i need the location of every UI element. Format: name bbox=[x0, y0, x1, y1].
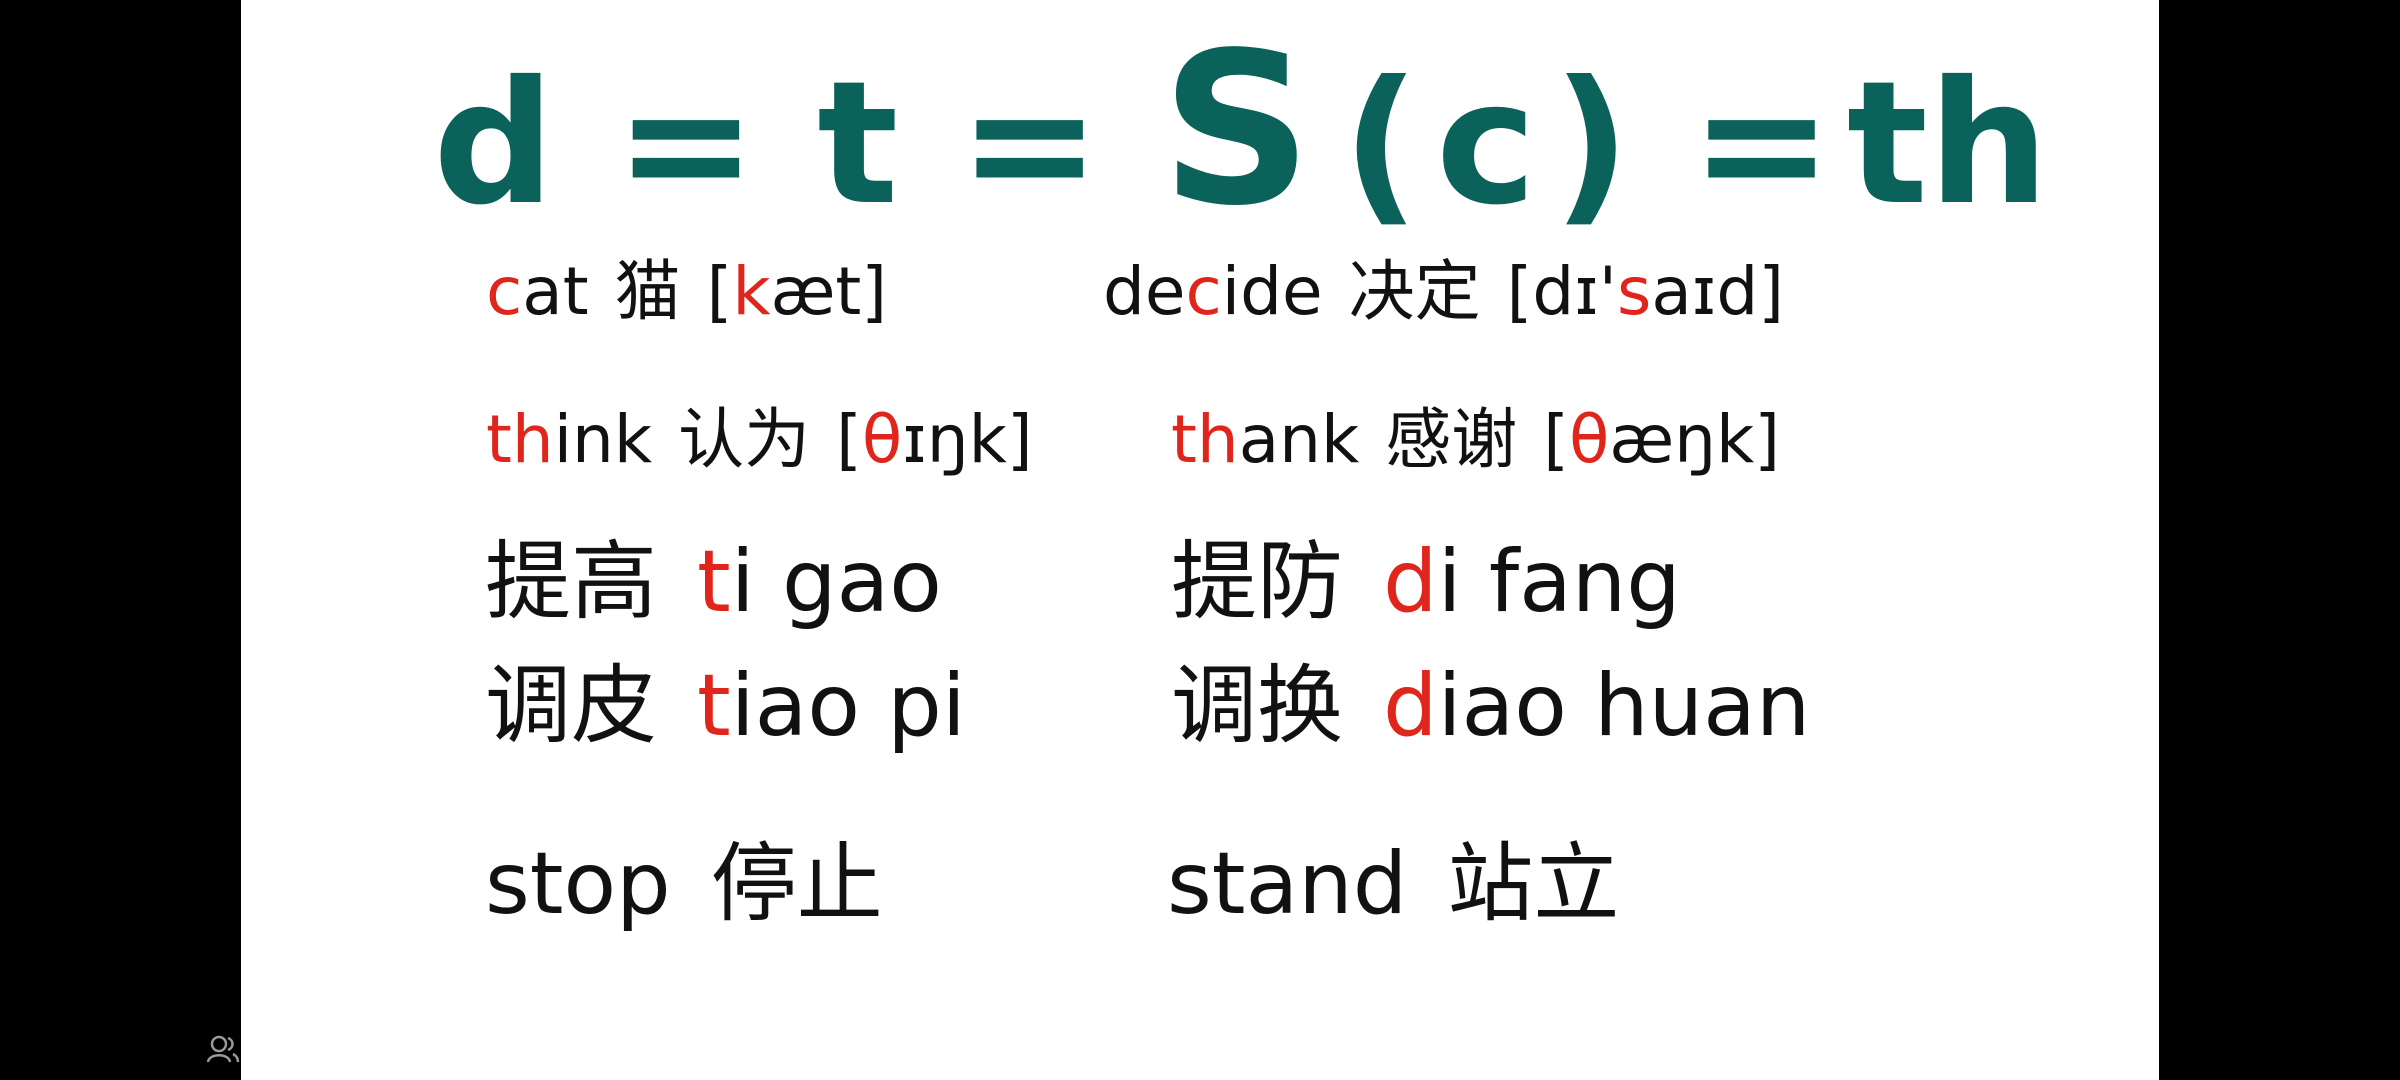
user-icon[interactable] bbox=[206, 1034, 240, 1064]
thank-ipa-open: [ bbox=[1543, 401, 1569, 478]
tiaopi-chinese: 调皮 bbox=[485, 656, 657, 756]
thank-word-rest: ank bbox=[1238, 401, 1360, 478]
example-tiaopi: 调皮 tiao pi bbox=[485, 656, 966, 756]
cat-ipa-open: [ bbox=[706, 253, 733, 330]
example-thank: thank 感谢 [θæŋk] bbox=[1171, 400, 1780, 480]
decide-ipa-pre: [dɪ' bbox=[1506, 253, 1617, 330]
example-cat: cat 猫 [kæt] bbox=[486, 252, 887, 332]
lesson-slide: d = t = S (c) =th cat 猫 [kæt] decide 决定 [dɪ'saɪd] … bbox=[241, 0, 2159, 1080]
decide-chinese: 决定 bbox=[1348, 253, 1481, 330]
thank-highlight: th bbox=[1171, 401, 1239, 478]
difang-pinyin-rest: i fang bbox=[1437, 532, 1681, 632]
tiaopi-pinyin-rest: iao pi bbox=[730, 656, 966, 756]
cat-word-rest: at bbox=[522, 253, 589, 330]
user-icon-glyph bbox=[206, 1035, 240, 1063]
diaohuan-pinyin-rest: iao huan bbox=[1437, 656, 1811, 756]
example-decide: decide 决定 [dɪ'saɪd] bbox=[1103, 252, 1784, 332]
diaohuan-highlight: d bbox=[1383, 656, 1438, 756]
video-screen: d = t = S (c) =th cat 猫 [kæt] decide 决定 [dɪ'saɪd] … bbox=[0, 0, 2400, 1080]
title-c: c bbox=[1435, 45, 1537, 243]
example-think: think 认为 [θɪŋk] bbox=[486, 400, 1033, 480]
cat-ipa-rest: æt] bbox=[770, 253, 888, 330]
think-word-rest: ink bbox=[553, 401, 653, 478]
example-stand: stand 站立 bbox=[1167, 834, 1619, 934]
decide-ipa-highlight: s bbox=[1616, 253, 1652, 330]
title-s: S bbox=[1160, 7, 1313, 252]
example-diaohuan: 调换 diao huan bbox=[1171, 656, 1810, 756]
cat-highlight: c bbox=[486, 253, 523, 330]
difang-highlight: d bbox=[1383, 532, 1438, 632]
think-ipa-highlight: θ bbox=[861, 401, 903, 478]
title-t: t bbox=[817, 45, 899, 243]
stand-chinese: 站立 bbox=[1447, 834, 1620, 934]
title-d: d bbox=[433, 45, 555, 243]
think-ipa-rest: ɪŋk] bbox=[902, 401, 1033, 478]
cat-chinese: 猫 bbox=[614, 253, 681, 330]
example-difang: 提防 di fang bbox=[1171, 532, 1681, 632]
decide-highlight: c bbox=[1185, 253, 1222, 330]
cat-ipa-highlight: k bbox=[732, 253, 771, 330]
tiaopi-highlight: t bbox=[697, 656, 731, 756]
example-tigao: 提高 ti gao bbox=[485, 532, 942, 632]
tigao-highlight: t bbox=[697, 532, 731, 632]
stop-chinese: 停止 bbox=[710, 834, 883, 934]
title-th: th bbox=[1846, 45, 2050, 243]
decide-word-pre: de bbox=[1103, 253, 1186, 330]
title-equals-3: = bbox=[1690, 45, 1833, 243]
formula-title: d = t = S (c) =th bbox=[433, 7, 2049, 252]
tigao-chinese: 提高 bbox=[485, 532, 657, 632]
difang-chinese: 提防 bbox=[1171, 532, 1343, 632]
thank-ipa-rest: æŋk] bbox=[1609, 401, 1780, 478]
thank-ipa-highlight: θ bbox=[1568, 401, 1610, 478]
decide-ipa-rest: aɪd] bbox=[1651, 253, 1784, 330]
think-highlight: th bbox=[486, 401, 554, 478]
title-equals-1: = bbox=[614, 45, 758, 243]
title-paren-close: ) bbox=[1552, 45, 1631, 243]
tigao-pinyin-rest: i gao bbox=[730, 532, 942, 632]
stand-word: stand bbox=[1167, 834, 1408, 934]
diaohuan-chinese: 调换 bbox=[1171, 656, 1343, 756]
title-equals-2: = bbox=[958, 45, 1101, 243]
thank-chinese: 感谢 bbox=[1385, 401, 1518, 478]
example-stop: stop 停止 bbox=[485, 834, 883, 934]
think-chinese: 认为 bbox=[678, 401, 811, 478]
think-ipa-open: [ bbox=[836, 401, 862, 478]
decide-word-rest: ide bbox=[1221, 253, 1323, 330]
title-paren-open: ( bbox=[1342, 45, 1420, 243]
stop-word: stop bbox=[485, 834, 671, 934]
